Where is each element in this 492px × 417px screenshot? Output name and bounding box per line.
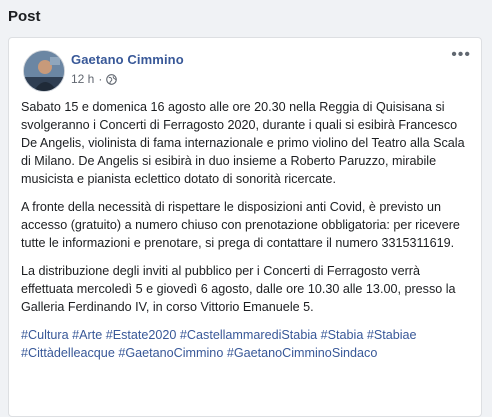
post-meta: 12 h · — [71, 72, 118, 86]
post-time[interactable]: 12 h — [71, 72, 94, 86]
post-paragraph: A fronte della necessità di rispettare l… — [21, 200, 460, 250]
hashtags[interactable]: #Cultura #Arte #Estate2020 #Castellammar… — [21, 326, 473, 362]
post-card: Gaetano Cimmino 12 h · ••• Sabato 15 e d… — [8, 37, 482, 417]
meta-separator: · — [98, 72, 103, 86]
avatar-image — [24, 51, 64, 91]
post-text: Sabato 15 e domenica 16 agosto alle ore … — [21, 98, 473, 372]
section-title: Post — [8, 8, 41, 25]
more-options-icon[interactable]: ••• — [451, 47, 471, 63]
avatar[interactable] — [23, 50, 65, 92]
author-name[interactable]: Gaetano Cimmino — [71, 52, 184, 67]
post-paragraph: Sabato 15 e domenica 16 agosto alle ore … — [21, 100, 465, 186]
post-paragraph: La distribuzione degli inviti al pubblic… — [21, 264, 456, 314]
globe-icon[interactable] — [106, 73, 118, 85]
